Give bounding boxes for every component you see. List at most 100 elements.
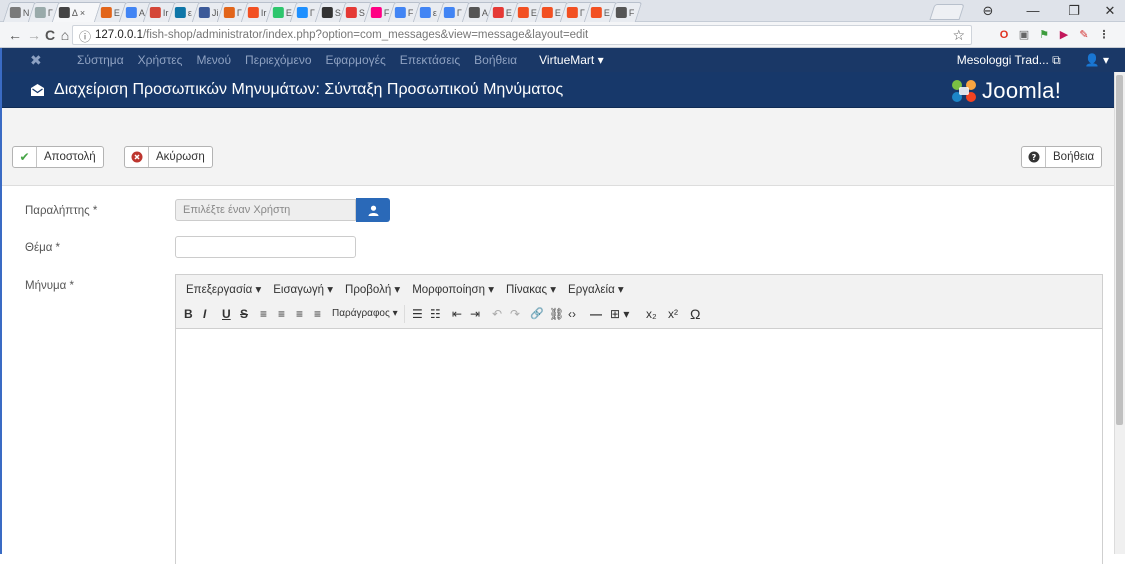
pause-icon: [492, 7, 504, 18]
extension-icon[interactable]: ⋮: [1096, 27, 1112, 43]
editor-menu-tools[interactable]: Εργαλεία ▾: [568, 282, 624, 301]
recipient-label: Παραλήπτης *: [25, 205, 98, 217]
bullet-list-icon[interactable]: ☰: [412, 305, 423, 323]
joomla-menu-icon[interactable]: ✖: [30, 52, 42, 69]
browser-tab-label: Γ: [236, 7, 242, 18]
underline-button[interactable]: U: [222, 305, 231, 323]
browser-tab-label: E: [113, 7, 120, 18]
info-icon[interactable]: ⓘ: [79, 28, 91, 45]
new-tab-button[interactable]: [929, 4, 965, 20]
browser-tab-content: E: [492, 6, 512, 19]
browser-tab-content: E: [517, 6, 536, 19]
editor-menu-edit[interactable]: Επεξεργασία ▾: [186, 282, 261, 301]
url-bar[interactable]: ⓘ 127.0.0.1/fish-shop/administrator/inde…: [72, 25, 972, 45]
windows-icon: [247, 7, 259, 18]
windows-icon: [541, 7, 553, 18]
menu-item-virtuemart[interactable]: VirtueMart ▾: [539, 53, 604, 67]
windows-icon: [517, 7, 529, 18]
subject-label: Θέμα *: [25, 242, 61, 254]
browser-tab-content: E: [100, 6, 120, 19]
minimize-button[interactable]: —: [1020, 2, 1046, 20]
align-center-icon[interactable]: ≡: [278, 305, 285, 323]
justify-icon[interactable]: ≡: [314, 305, 321, 323]
admin-navbar-right: Mesologgi Trad... ⧉ 👤 ▾: [957, 53, 1109, 68]
help-button[interactable]: ? Βοήθεια: [1021, 146, 1103, 168]
site-link[interactable]: Mesologgi Trad... ⧉: [957, 53, 1061, 68]
question-icon: ?: [1022, 147, 1046, 167]
browser-tab-label: ε: [432, 7, 437, 18]
editor-menubar: Επεξεργασία ▾ Εισαγωγή ▾ Προβολή ▾ Μορφο…: [176, 275, 1102, 301]
cancel-button[interactable]: Ακύρωση: [124, 146, 213, 168]
browser-tab-label: Γ: [47, 7, 53, 18]
editor-menu-insert[interactable]: Εισαγωγή ▾: [273, 282, 333, 301]
menu-item-content[interactable]: Περιεχόμενο: [245, 53, 311, 67]
menu-item-users[interactable]: Χρήστες: [138, 53, 183, 67]
select-user-button[interactable]: [356, 198, 390, 222]
recipient-input[interactable]: Επιλέξτε έναν Χρήστη: [175, 199, 356, 221]
admin-top-navbar: ✖ Σύστημα Χρήστες Μενού Περιεχόμενο Εφαρ…: [0, 48, 1125, 72]
link-icon[interactable]: 🔗: [530, 305, 544, 323]
restore-button[interactable]: ❐: [1061, 2, 1087, 20]
editor-content-area[interactable]: [176, 330, 1102, 565]
joomla-icon: [100, 7, 112, 18]
indent-icon[interactable]: ⇥: [470, 305, 480, 323]
help-button-label: Βοήθεια: [1053, 151, 1095, 163]
extension-icon[interactable]: ✎: [1076, 27, 1092, 43]
bold-button[interactable]: B: [184, 305, 193, 323]
browser-tab-label: Ir: [162, 7, 169, 18]
news-icon: [9, 7, 21, 18]
page-scrollbar-thumb[interactable]: [1116, 75, 1123, 425]
editor-menu-view[interactable]: Προβολή ▾: [345, 282, 400, 301]
send-button[interactable]: ✔ Αποστολή: [12, 146, 104, 168]
editor-menu-format[interactable]: Μορφοποίηση ▾: [412, 282, 494, 301]
numbered-list-icon[interactable]: ☷: [430, 305, 441, 323]
strikethrough-button[interactable]: S: [240, 305, 248, 323]
browser-tab-content: F: [615, 6, 634, 19]
windows-icon: [566, 7, 578, 18]
bookmark-star-icon[interactable]: ☆: [952, 27, 965, 44]
browser-tab-content: Γ: [296, 6, 315, 19]
align-left-icon[interactable]: ≡: [260, 305, 267, 323]
outdent-icon[interactable]: ⇤: [452, 305, 462, 323]
extension-icon[interactable]: ⚑: [1036, 27, 1052, 43]
active-tab-icon: [58, 7, 70, 18]
back-icon[interactable]: ←: [6, 26, 24, 44]
close-window-button[interactable]: ✕: [1097, 2, 1123, 20]
person-icon: [468, 7, 480, 18]
page-title: Διαχείριση Προσωπικών Μηνυμάτων: Σύνταξη…: [54, 81, 564, 98]
extension-icon[interactable]: ▣: [1016, 27, 1032, 43]
browser-tab[interactable]: F: [608, 2, 642, 22]
omega-icon[interactable]: Ω: [690, 305, 700, 323]
superscript-button[interactable]: x²: [668, 305, 678, 323]
undo-icon[interactable]: ↶: [492, 305, 502, 323]
table-icon[interactable]: ⊞ ▾: [610, 305, 629, 323]
browser-tab-label: Δ ×: [71, 7, 86, 18]
format-select[interactable]: Παράγραφος ▾: [332, 305, 398, 323]
code-icon[interactable]: ‹›: [568, 305, 576, 323]
menu-item-extensions[interactable]: Επεκτάσεις: [400, 53, 460, 67]
toolbar-divider: [404, 305, 405, 323]
user-menu[interactable]: 👤 ▾: [1085, 53, 1109, 68]
menu-item-help[interactable]: Βοήθεια: [474, 53, 517, 67]
windows-icon: [590, 7, 602, 18]
extension-icon[interactable]: O: [996, 27, 1012, 43]
cancel-button-label: Ακύρωση: [156, 151, 205, 163]
unlink-icon[interactable]: ⛓: [549, 305, 564, 323]
profile-icon[interactable]: ⊖: [975, 2, 1001, 20]
browser-tab-label: E: [505, 7, 512, 18]
align-right-icon[interactable]: ≡: [296, 305, 303, 323]
red-square-icon: [345, 7, 357, 18]
gmail-icon: [149, 7, 161, 18]
menu-item-components[interactable]: Εφαρμογές: [326, 53, 386, 67]
subscript-button[interactable]: x₂: [646, 305, 657, 323]
browser-tab-label: Ir: [260, 7, 267, 18]
menu-item-system[interactable]: Σύστημα: [77, 53, 124, 67]
italic-button[interactable]: I: [203, 305, 206, 323]
menu-item-menus[interactable]: Μενού: [196, 53, 231, 67]
subject-input[interactable]: [175, 236, 356, 258]
redo-icon[interactable]: ↷: [510, 305, 520, 323]
extension-icon[interactable]: ▶: [1056, 27, 1072, 43]
send-button-label: Αποστολή: [44, 151, 96, 163]
editor-menu-table[interactable]: Πίνακας ▾: [506, 282, 556, 301]
horizontal-rule-icon[interactable]: —: [590, 305, 602, 323]
